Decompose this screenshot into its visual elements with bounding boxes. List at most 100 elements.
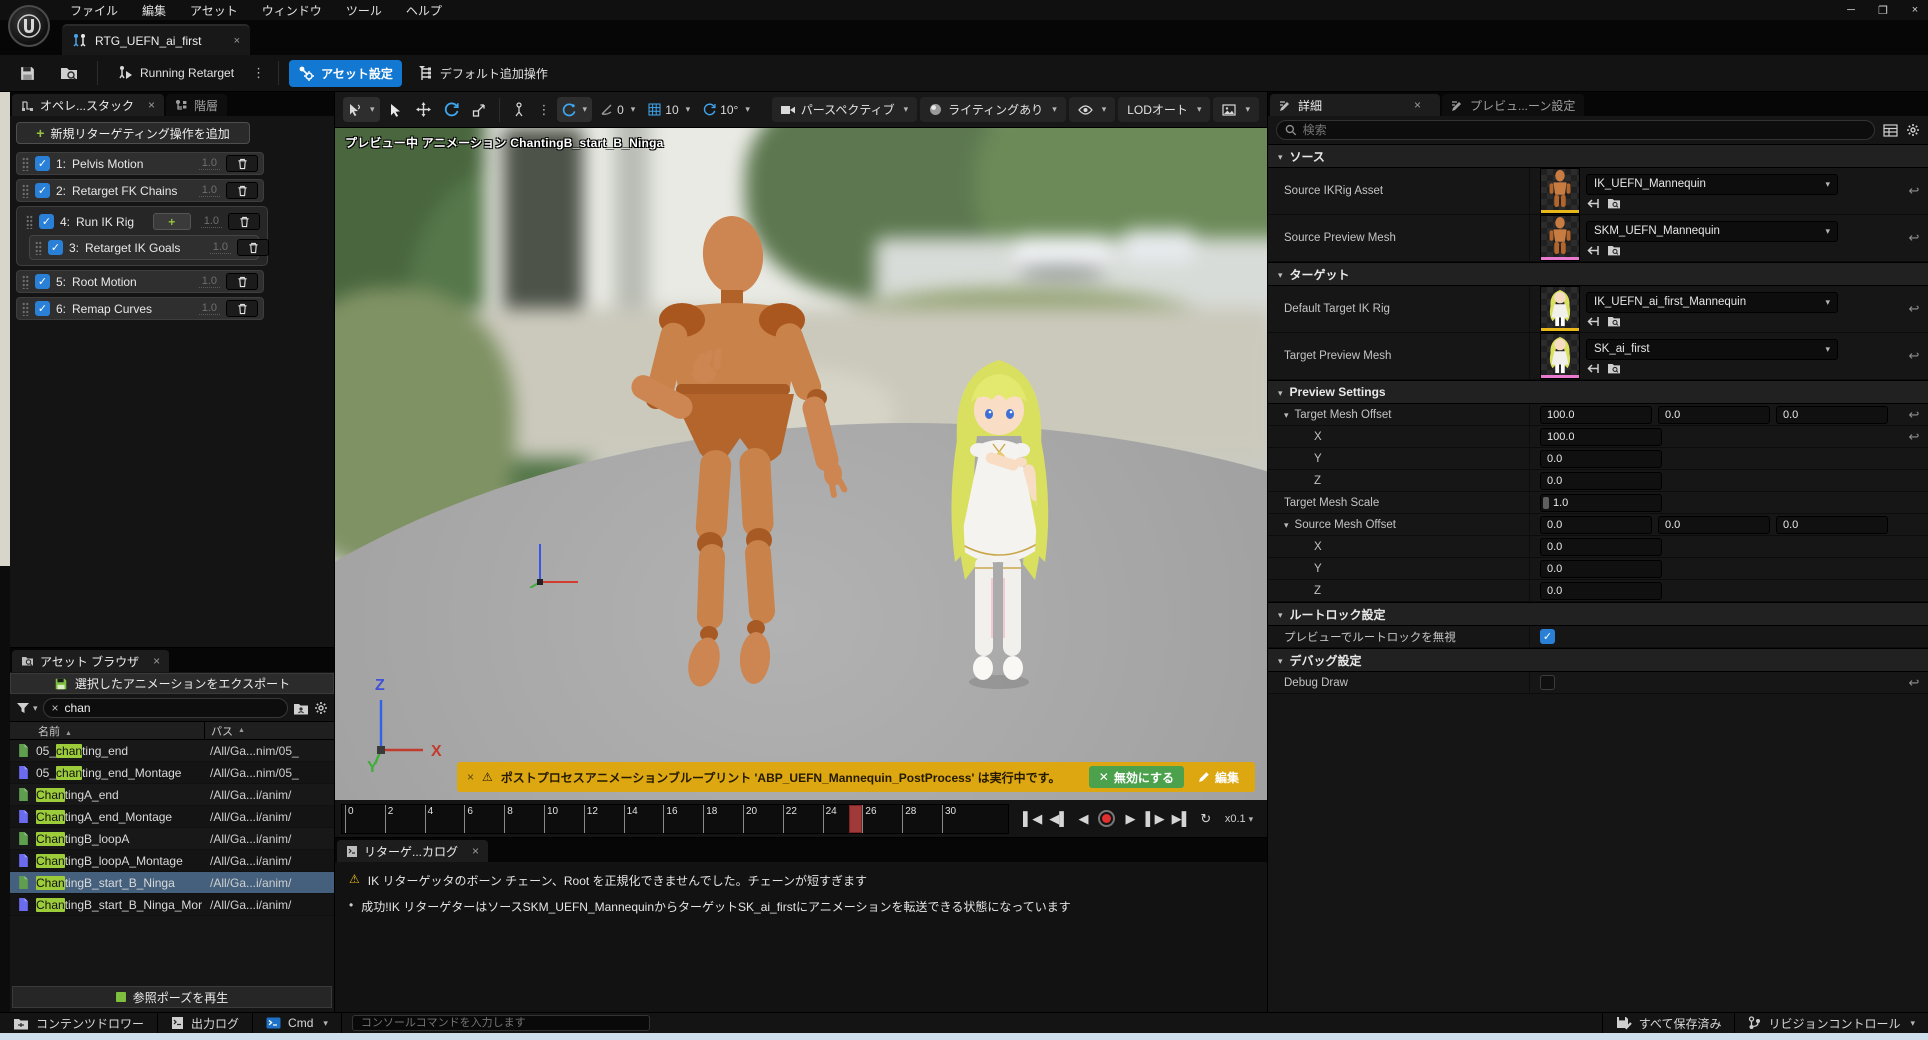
asset-row[interactable]: ChantingA_end_Montage/All/Ga...i/anim/ xyxy=(10,806,334,828)
perspective-dropdown[interactable]: パースペクティブ xyxy=(772,97,917,122)
drag-handle-icon[interactable] xyxy=(22,302,29,316)
cmd-dropdown[interactable]: Cmd xyxy=(253,1013,342,1033)
reset-property-button[interactable] xyxy=(1909,183,1920,199)
asset-search-input[interactable] xyxy=(65,701,279,715)
offset-y-input[interactable] xyxy=(1547,563,1655,575)
save-status-button[interactable]: すべて保存済み xyxy=(1602,1013,1735,1033)
drag-handle-icon[interactable] xyxy=(22,275,29,289)
op-weight[interactable]: 1.0 xyxy=(210,241,231,254)
target-ikrig-dropdown[interactable]: IK_UEFN_ai_first_Mannequin xyxy=(1586,292,1838,313)
asset-editor-tab[interactable]: RTG_UEFN_ai_first × xyxy=(62,24,250,55)
run-retarget-options-icon[interactable]: ⋮ xyxy=(249,65,268,81)
asset-thumbnail[interactable] xyxy=(1540,168,1580,214)
maximize-button[interactable]: ❐ xyxy=(1876,4,1890,17)
folder-user-icon[interactable] xyxy=(293,702,309,715)
asset-row[interactable]: ChantingB_start_B_Ninga_Mor/All/Ga...i/a… xyxy=(10,894,334,916)
tab-close-icon[interactable] xyxy=(464,844,479,858)
op-weight[interactable]: 1.0 xyxy=(199,157,220,170)
reset-property-button[interactable] xyxy=(1909,301,1920,317)
details-search-box[interactable] xyxy=(1276,120,1875,140)
add-chain-button[interactable]: + xyxy=(153,213,191,230)
coordinate-space-button[interactable] xyxy=(507,97,532,122)
edit-postprocess-button[interactable]: 編集 xyxy=(1192,766,1245,788)
drag-handle-icon[interactable] xyxy=(22,184,29,198)
section-preview-settings[interactable]: Preview Settings xyxy=(1268,380,1928,404)
section-root-lock[interactable]: ルートロック設定 xyxy=(1268,602,1928,626)
revision-control-button[interactable]: リビジョンコントロール xyxy=(1734,1013,1928,1033)
step-forward-button[interactable]: ▌▶ xyxy=(1145,811,1164,827)
add-retarget-op-button[interactable]: + 新規リターゲティング操作を追加 xyxy=(16,122,250,144)
column-path[interactable]: パス xyxy=(204,722,334,739)
delete-op-button[interactable] xyxy=(226,300,258,317)
scale-tool-button[interactable] xyxy=(467,97,492,122)
op-enabled-checkbox[interactable] xyxy=(35,156,50,171)
section-source[interactable]: ソース xyxy=(1268,144,1928,168)
tool-options-icon[interactable]: ⋮ xyxy=(535,102,554,118)
op-enabled-checkbox[interactable] xyxy=(39,214,54,229)
play-button[interactable]: ▶ xyxy=(1122,811,1138,827)
reset-property-button[interactable] xyxy=(1909,429,1920,445)
retarget-op-row[interactable]: 5:Root Motion1.0 xyxy=(16,270,264,293)
retarget-op-row[interactable]: 1:Pelvis Motion1.0 xyxy=(16,152,264,175)
dismiss-warning-icon[interactable]: × xyxy=(467,770,474,784)
source-mesh-dropdown[interactable]: SKM_UEFN_Mannequin xyxy=(1586,221,1838,242)
retarget-op-row[interactable]: 6:Remap Curves1.0 xyxy=(16,297,264,320)
offset-z-input[interactable] xyxy=(1547,475,1655,487)
retarget-op-row[interactable]: 2:Retarget FK Chains1.0 xyxy=(16,179,264,202)
menu-item[interactable]: ツール xyxy=(334,0,394,21)
lit-mode-dropdown[interactable]: ライティングあり xyxy=(920,97,1066,122)
target-character-figure[interactable] xyxy=(933,352,1067,704)
lod-dropdown[interactable]: LODオート xyxy=(1118,97,1210,122)
tab-asset-browser[interactable]: アセット ブラウザ xyxy=(12,650,169,672)
asset-thumbnail[interactable] xyxy=(1540,286,1580,332)
op-weight[interactable]: 1.0 xyxy=(199,275,220,288)
offset-x-input[interactable] xyxy=(1547,519,1645,531)
asset-row[interactable]: ChantingB_start_B_Ninga/All/Ga...i/anim/ xyxy=(10,872,334,894)
translate-snap-button[interactable]: 0 xyxy=(595,97,640,122)
target-mesh-dropdown[interactable]: SK_ai_first xyxy=(1586,339,1838,360)
content-drawer-button[interactable]: コンテンツドロワー xyxy=(0,1013,158,1033)
menu-item[interactable]: ヘルプ xyxy=(394,0,454,21)
to-front-button[interactable]: ▌◀ xyxy=(1023,811,1042,827)
tab-close-icon[interactable] xyxy=(140,98,155,112)
browse-asset-icon[interactable] xyxy=(1607,245,1621,256)
offset-z-input[interactable] xyxy=(1783,409,1881,421)
close-button[interactable]: × xyxy=(1908,4,1922,16)
viewport-3d-scene[interactable]: Z X Y プレビュー中 アニメーション ChantingB_start_B_N… xyxy=(335,128,1267,800)
op-enabled-checkbox[interactable] xyxy=(35,183,50,198)
browse-asset-icon[interactable] xyxy=(1607,198,1621,209)
screenshot-dropdown[interactable] xyxy=(1213,97,1259,122)
retarget-op-row[interactable]: 3:Retarget IK Goals1.0 xyxy=(30,236,274,259)
asset-row[interactable]: ChantingB_loopA_Montage/All/Ga...i/anim/ xyxy=(10,850,334,872)
viewport-options-dropdown[interactable] xyxy=(343,97,380,122)
delete-op-button[interactable] xyxy=(228,213,260,230)
asset-row[interactable]: 05_chanting_end_Montage/All/Ga...nim/05_ xyxy=(10,762,334,784)
tab-op-stack[interactable]: オペレ...スタック xyxy=(12,94,164,116)
asset-row[interactable]: 05_chanting_end/All/Ga...nim/05_ xyxy=(10,740,334,762)
ignore-root-lock-checkbox[interactable] xyxy=(1540,629,1555,644)
drag-handle-icon[interactable] xyxy=(22,157,29,171)
menu-item[interactable]: ウィンドウ xyxy=(250,0,334,21)
delete-op-button[interactable] xyxy=(226,155,258,172)
offset-x-input[interactable] xyxy=(1547,409,1645,421)
run-retarget-button[interactable]: Running Retarget xyxy=(108,60,243,87)
asset-settings-button[interactable]: アセット設定 xyxy=(289,60,402,87)
timeline-playhead[interactable] xyxy=(849,805,862,833)
asset-thumbnail[interactable] xyxy=(1540,333,1580,379)
offset-x-input[interactable] xyxy=(1547,541,1655,553)
op-enabled-checkbox[interactable] xyxy=(48,240,63,255)
asset-row[interactable]: ChantingB_loopA/All/Ga...i/anim/ xyxy=(10,828,334,850)
console-command-box[interactable] xyxy=(352,1015,650,1031)
export-animations-button[interactable]: 選択したアニメーションをエクスポート xyxy=(10,673,334,694)
source-ikrig-dropdown[interactable]: IK_UEFN_Mannequin xyxy=(1586,174,1838,195)
play-ref-pose-button[interactable]: 参照ポーズを再生 xyxy=(12,986,332,1008)
reset-property-button[interactable] xyxy=(1909,348,1920,364)
use-selected-icon[interactable] xyxy=(1586,198,1599,209)
details-settings-gear-icon[interactable] xyxy=(1906,123,1920,137)
browse-asset-icon[interactable] xyxy=(1607,363,1621,374)
play-reverse-button[interactable]: ◀ xyxy=(1075,811,1091,827)
tab-close-icon[interactable]: × xyxy=(234,35,240,47)
timeline-ruler[interactable]: 024681012141618202224262830 xyxy=(341,804,1009,834)
offset-z-input[interactable] xyxy=(1783,519,1881,531)
delete-op-button[interactable] xyxy=(237,239,269,256)
